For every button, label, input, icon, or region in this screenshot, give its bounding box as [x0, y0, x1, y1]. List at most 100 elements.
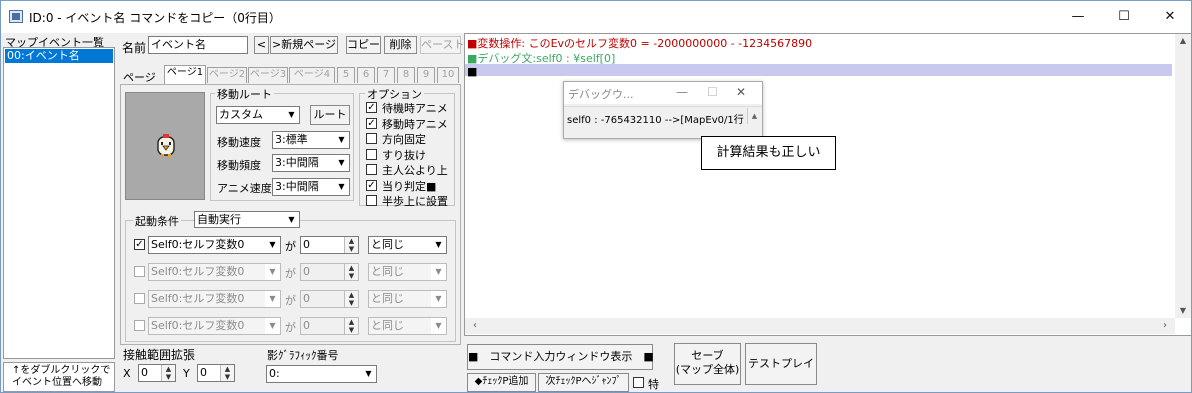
condition-value: 0 — [303, 238, 310, 251]
event-name-input[interactable]: イベント名 — [148, 36, 248, 54]
condition-variable-select[interactable]: Self0:セルフ変数0 ▼ — [148, 263, 281, 281]
spin-down-icon[interactable]: ▼ — [344, 272, 358, 280]
delete-page-button[interactable]: 削除 — [384, 36, 417, 54]
condition-compare-select[interactable]: と同じ ▼ — [368, 263, 447, 281]
tab-page-7[interactable]: 7 — [377, 67, 395, 83]
option-checkbox[interactable] — [366, 195, 377, 206]
command-input-window-button[interactable]: ■ コマンド入力ウィンドウ表示 ■ — [467, 344, 654, 370]
scroll-down-icon[interactable]: ▼ — [1175, 304, 1191, 318]
condition-variable-select[interactable]: Self0:セルフ変数0 ▼ — [148, 317, 281, 335]
prev-page-button[interactable]: < — [254, 36, 269, 54]
spin-down-icon[interactable]: ▼ — [220, 373, 234, 381]
scroll-right-icon[interactable]: › — [1159, 318, 1171, 334]
scroll-up-icon[interactable]: ▲ — [747, 108, 761, 124]
tab-page-8[interactable]: 8 — [397, 67, 415, 83]
minimize-button[interactable]: — — [1055, 1, 1101, 33]
spin-up-icon[interactable]: ▲ — [344, 318, 358, 326]
shadow-value: 0: — [269, 367, 280, 380]
condition-variable-select[interactable]: Self0:セルフ変数0 ▼ — [148, 290, 281, 308]
option-checkbox[interactable] — [366, 133, 377, 144]
condition-compare-select[interactable]: と同じ ▼ — [368, 290, 447, 308]
add-checkpoint-button[interactable]: ◆ﾁｪｯｸP追加 — [467, 373, 536, 392]
contact-x-input[interactable]: 0 ▲ ▼ — [138, 364, 176, 382]
tab-page-5[interactable]: 5 — [337, 67, 355, 83]
special-checkbox[interactable] — [633, 377, 644, 388]
command-line[interactable]: ■デバッグ文:self0 : ¥self[0] — [467, 50, 615, 66]
spin-up-icon[interactable]: ▲ — [220, 365, 234, 373]
command-list[interactable] — [464, 33, 1191, 336]
condition-checkbox[interactable] — [134, 266, 145, 277]
trigger-select[interactable]: 自動実行 ▼ — [194, 211, 300, 228]
command-line[interactable]: ■ — [467, 65, 477, 78]
option-checkbox[interactable]: ✓ — [366, 117, 377, 129]
scroll-up-icon[interactable]: ▲ — [1175, 34, 1191, 48]
condition-checkbox[interactable] — [134, 320, 145, 331]
maximize-icon[interactable]: ☐ — [707, 85, 718, 99]
move-route-type-select[interactable]: カスタム ▼ — [216, 106, 300, 124]
route-button[interactable]: ルート — [310, 105, 350, 125]
chevron-down-icon: ▼ — [334, 132, 349, 148]
chevron-down-icon: ▼ — [431, 237, 446, 253]
debug-window: デバッグウ... — ☐ ✕ self0 : -765432110 -->[Ma… — [563, 81, 763, 139]
spin-up-icon[interactable]: ▲ — [161, 365, 175, 373]
condition-value-input[interactable]: 0 ▲ ▼ — [300, 290, 359, 308]
event-list-item[interactable]: 00:イベント名 — [5, 49, 113, 63]
tab-page-2[interactable]: ページ2 — [207, 67, 247, 83]
event-list[interactable]: 00:イベント名 — [3, 47, 115, 359]
maximize-button[interactable]: ☐ — [1101, 1, 1147, 33]
anim-speed-value: 3:中間隔 — [275, 180, 319, 193]
condition-value-input[interactable]: 0 ▲ ▼ — [300, 317, 359, 335]
condition-value-input[interactable]: 0 ▲ ▼ — [300, 263, 359, 281]
condition-variable-select[interactable]: Self0:セルフ変数0 ▼ — [148, 236, 281, 254]
event-graphic[interactable] — [125, 92, 205, 200]
move-route-type-value: カスタム — [219, 108, 263, 121]
close-icon[interactable]: ✕ — [736, 85, 746, 99]
ga-label: が — [285, 267, 296, 280]
scroll-left-icon[interactable]: ‹ — [469, 318, 481, 334]
move-speed-select[interactable]: 3:標準 ▼ — [272, 131, 350, 149]
paste-page-button[interactable]: ペースト — [420, 36, 464, 54]
debug-title-bar: デバッグウ... — ☐ ✕ — [564, 82, 762, 104]
anim-speed-select[interactable]: 3:中間隔 ▼ — [272, 178, 350, 196]
command-line[interactable]: ■変数操作: このEvのセルフ変数0 = -2000000000 - -1234… — [467, 35, 812, 51]
spin-down-icon[interactable]: ▼ — [161, 373, 175, 381]
checkmark-icon: ✓ — [367, 102, 376, 113]
contact-y-input[interactable]: 0 ▲ ▼ — [197, 364, 235, 382]
vertical-scrollbar[interactable]: ▲ ▼ — [1175, 34, 1191, 318]
tab-page-4[interactable]: ページ4 — [289, 67, 335, 83]
copy-page-button[interactable]: コピー — [346, 36, 381, 54]
tab-page-6[interactable]: 6 — [357, 67, 375, 83]
next-checkpoint-button[interactable]: 次ﾁｪｯｸPへｼﾞｬﾝﾌﾟ — [538, 373, 629, 392]
spin-down-icon[interactable]: ▼ — [344, 326, 358, 334]
condition-checkbox[interactable] — [134, 293, 145, 304]
special-label: 特 — [648, 378, 659, 391]
spin-down-icon[interactable]: ▼ — [344, 245, 358, 253]
tab-page-1[interactable]: ページ1 — [164, 65, 206, 84]
minimize-icon[interactable]: — — [676, 85, 688, 99]
tab-page-9[interactable]: 9 — [417, 67, 435, 83]
condition-compare-select[interactable]: と同じ ▼ — [368, 317, 447, 335]
spin-up-icon[interactable]: ▲ — [344, 237, 358, 245]
option-checkbox[interactable] — [366, 148, 377, 160]
condition-value-input[interactable]: 0 ▲ ▼ — [300, 236, 359, 254]
new-page-button[interactable]: >新規ページ — [270, 36, 338, 54]
shadow-select[interactable]: 0: ▼ — [266, 365, 377, 383]
option-checkbox[interactable]: ✓ — [366, 102, 377, 113]
test-play-button[interactable]: テストプレイ — [745, 343, 817, 385]
condition-checkbox[interactable]: ✓ — [134, 239, 145, 250]
move-freq-select[interactable]: 3:中間隔 ▼ — [272, 154, 350, 172]
condition-compare-select[interactable]: と同じ ▼ — [368, 236, 447, 254]
move-route-title: 移動ルート — [215, 86, 274, 102]
spin-down-icon[interactable]: ▼ — [344, 299, 358, 307]
page-label: ページ — [123, 71, 156, 84]
option-checkbox[interactable] — [366, 164, 377, 175]
chevron-down-icon: ▼ — [265, 237, 280, 253]
option-checkbox[interactable]: ✓ — [366, 179, 377, 191]
tab-page-3[interactable]: ページ3 — [248, 67, 288, 83]
close-button[interactable]: ✕ — [1147, 1, 1191, 33]
horizontal-scrollbar[interactable]: ‹ › — [465, 318, 1175, 334]
spin-up-icon[interactable]: ▲ — [344, 264, 358, 272]
save-map-button[interactable]: セーブ (マップ全体) — [674, 343, 741, 385]
spin-up-icon[interactable]: ▲ — [344, 291, 358, 299]
tab-page-10[interactable]: 10 — [437, 67, 459, 83]
